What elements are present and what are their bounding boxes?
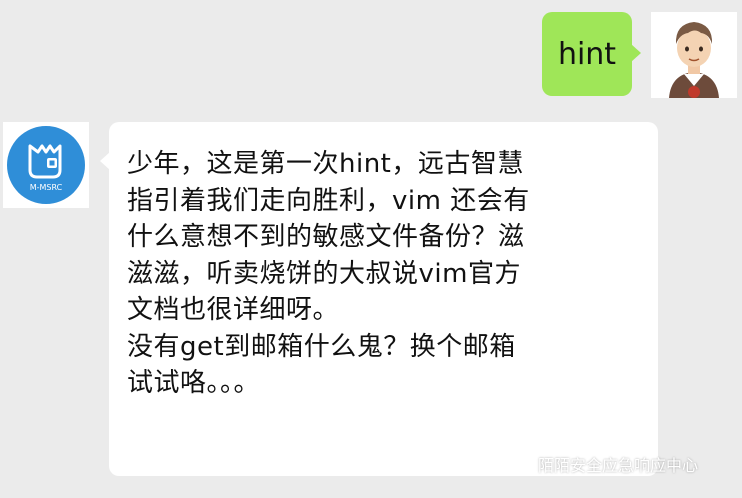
outgoing-message-text: hint bbox=[557, 36, 617, 72]
message-line: 指引着我们走向胜利，vim 还会有 bbox=[127, 185, 530, 216]
msrc-logo-text: M-MSRC bbox=[30, 183, 63, 192]
msrc-logo-icon: M-MSRC bbox=[3, 122, 89, 208]
wechat-icon bbox=[505, 454, 531, 474]
message-line: 文档也很详细呀。 bbox=[127, 295, 340, 325]
incoming-message-bubble[interactable]: 少年，这是第一次hint，远古智慧 指引着我们走向胜利，vim 还会有 什么意想… bbox=[100, 122, 658, 476]
message-line: 少年，这是第一次hint，远古智慧 bbox=[127, 149, 524, 179]
watermark-text: 陌陌安全应急响应中心 bbox=[538, 456, 699, 475]
message-line: 滋滋，听卖烧饼的大叔说vim官方 bbox=[127, 258, 521, 289]
cartoon-boy-avatar-icon bbox=[651, 12, 737, 98]
user-avatar[interactable] bbox=[651, 12, 737, 98]
message-line: 什么意想不到的敏感文件备份？滋 bbox=[127, 222, 525, 252]
message-line: 没有get到邮箱什么鬼？换个邮箱 bbox=[127, 331, 516, 362]
watermark: 陌陌安全应急响应中心 bbox=[505, 452, 698, 476]
outgoing-message-bubble[interactable]: hint bbox=[542, 12, 641, 96]
bot-avatar[interactable]: M-MSRC bbox=[3, 122, 89, 208]
message-line: 试试咯。。。 bbox=[127, 368, 261, 398]
